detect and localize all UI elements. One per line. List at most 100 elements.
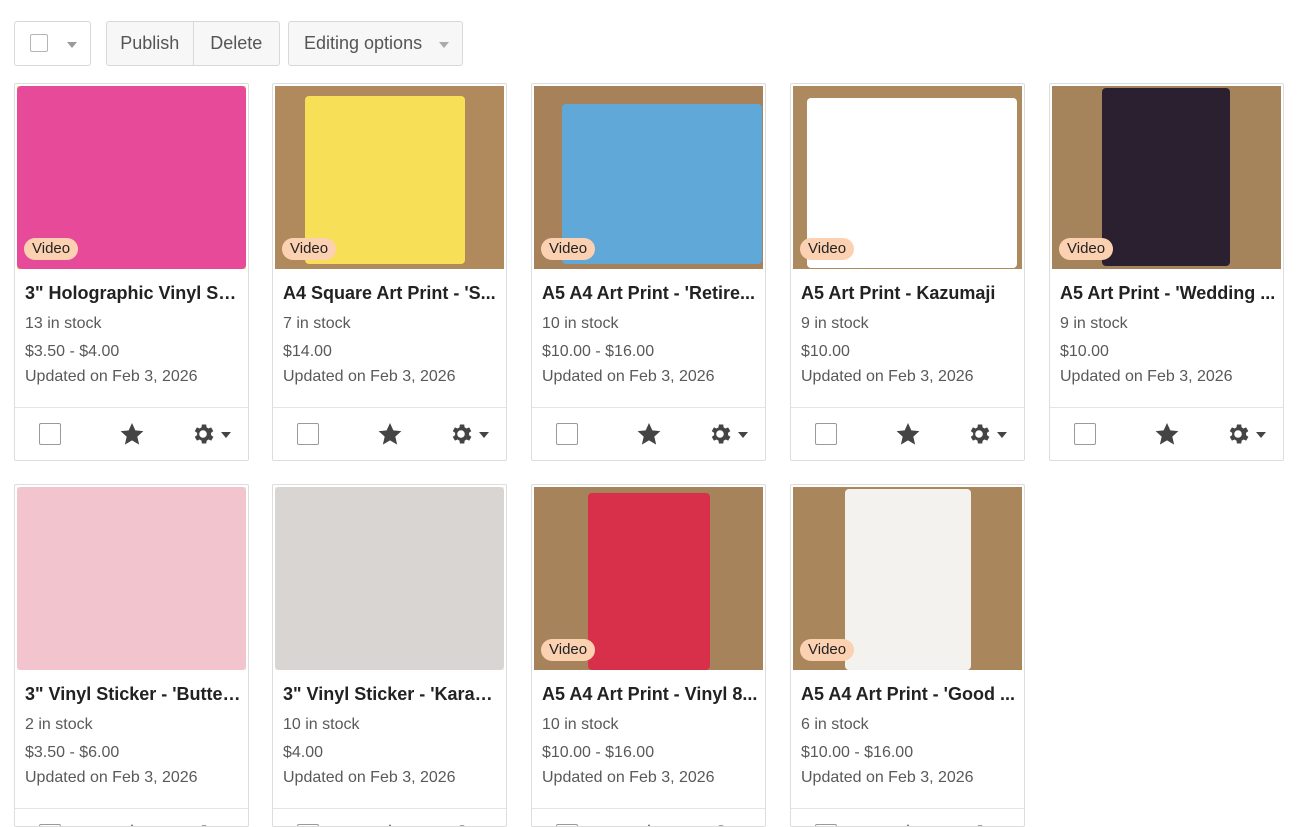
gear-icon[interactable] [448,421,474,447]
publish-delete-group: Publish Delete [106,21,280,66]
star-icon[interactable] [895,822,921,827]
listing-artwork [588,493,710,670]
listing-price: $4.00 [283,744,324,761]
listing-actions [15,808,248,827]
listing-artwork [275,487,504,670]
listing-thumbnail[interactable] [275,487,504,670]
listing-title[interactable]: A5 A4 Art Print - Vinyl 8... [542,684,758,705]
star-icon[interactable] [119,421,145,447]
listing-price: $3.50 - $6.00 [25,744,120,761]
listing-title[interactable]: A5 A4 Art Print - 'Good ... [801,684,1017,705]
listing-select-checkbox[interactable] [1074,423,1096,445]
listing-title[interactable]: A4 Square Art Print - 'S... [283,283,499,304]
listing-title[interactable]: A5 A4 Art Print - 'Retire... [542,283,758,304]
listing-price: $10.00 [1060,343,1109,360]
listing-artwork [1102,88,1230,266]
listing-price: $10.00 - $16.00 [801,744,914,761]
listing-price: $10.00 [801,343,850,360]
listing-stock: 7 in stock [283,315,351,332]
listing-title[interactable]: A5 Art Print - Kazumaji [801,283,1017,304]
listing-price: $3.50 - $4.00 [25,343,120,360]
listing-select-checkbox[interactable] [297,423,319,445]
star-icon[interactable] [895,421,921,447]
video-badge: Video [1059,238,1114,260]
listing-price: $14.00 [283,343,332,360]
gear-icon[interactable] [707,822,733,827]
delete-button[interactable]: Delete [192,22,280,65]
star-icon[interactable] [636,822,662,827]
select-all-checkbox[interactable] [30,34,48,52]
listing-stock: 9 in stock [801,315,869,332]
listing-price: $10.00 - $16.00 [542,343,655,360]
video-badge: Video [800,639,855,661]
select-all-dropdown[interactable] [14,21,91,66]
listing-card[interactable]: 3" Vinyl Sticker - 'Karao... 10 in stock… [272,484,507,827]
editing-options-button[interactable]: Editing options [288,21,463,66]
chevron-down-icon[interactable] [221,432,231,438]
listing-title[interactable]: 3" Vinyl Sticker - 'Butter... [25,684,241,705]
chevron-down-icon[interactable] [1256,432,1266,438]
chevron-down-icon[interactable] [997,432,1007,438]
gear-icon[interactable] [966,822,992,827]
listing-stock: 9 in stock [1060,315,1128,332]
publish-button[interactable]: Publish [107,22,193,65]
listing-artwork [845,489,971,670]
listing-select-checkbox[interactable] [556,423,578,445]
gear-icon[interactable] [190,421,216,447]
listing-artwork [17,487,246,670]
listing-select-checkbox[interactable] [815,423,837,445]
listing-updated-date: Updated on Feb 3, 2026 [25,769,198,786]
gear-icon[interactable] [707,421,733,447]
chevron-down-icon [439,42,449,48]
video-badge: Video [541,238,596,260]
listing-card[interactable]: Video A5 Art Print - 'Wedding ... 9 in s… [1049,83,1284,461]
listing-card[interactable]: 3" Vinyl Sticker - 'Butter... 2 in stock… [14,484,249,827]
gear-icon[interactable] [190,822,216,827]
listing-updated-date: Updated on Feb 3, 2026 [542,769,715,786]
listing-stock: 6 in stock [801,716,869,733]
listing-actions [15,407,248,460]
listing-card[interactable]: Video A5 Art Print - Kazumaji 9 in stock… [790,83,1025,461]
listing-actions [791,808,1024,827]
listing-actions [1050,407,1283,460]
listing-card[interactable]: Video 3" Holographic Vinyl Sti... 13 in … [14,83,249,461]
listing-updated-date: Updated on Feb 3, 2026 [801,368,974,385]
listing-stock: 10 in stock [542,315,619,332]
listing-actions [791,407,1024,460]
video-badge: Video [282,238,337,260]
listing-updated-date: Updated on Feb 3, 2026 [283,769,456,786]
star-icon[interactable] [377,822,403,827]
listing-price: $10.00 - $16.00 [542,744,655,761]
video-badge: Video [800,238,855,260]
listing-actions [532,808,765,827]
listing-updated-date: Updated on Feb 3, 2026 [801,769,974,786]
video-badge: Video [24,238,79,260]
listing-card[interactable]: Video A4 Square Art Print - 'S... 7 in s… [272,83,507,461]
listing-card[interactable]: Video A5 A4 Art Print - Vinyl 8... 10 in… [531,484,766,827]
gear-icon[interactable] [448,822,474,827]
star-icon[interactable] [119,822,145,827]
gear-icon[interactable] [966,421,992,447]
listing-title[interactable]: A5 Art Print - 'Wedding ... [1060,283,1276,304]
star-icon[interactable] [1154,421,1180,447]
star-icon[interactable] [377,421,403,447]
editing-options-label: Editing options [304,33,423,53]
listing-title[interactable]: 3" Vinyl Sticker - 'Karao... [283,684,499,705]
listing-title[interactable]: 3" Holographic Vinyl Sti... [25,283,241,304]
listing-card[interactable]: Video A5 A4 Art Print - 'Retire... 10 in… [531,83,766,461]
listing-updated-date: Updated on Feb 3, 2026 [542,368,715,385]
listing-stock: 13 in stock [25,315,102,332]
chevron-down-icon[interactable] [67,42,77,48]
listing-actions [273,808,506,827]
star-icon[interactable] [636,421,662,447]
listing-artwork [562,104,762,264]
gear-icon[interactable] [1225,421,1251,447]
listing-updated-date: Updated on Feb 3, 2026 [283,368,456,385]
chevron-down-icon[interactable] [738,432,748,438]
listing-select-checkbox[interactable] [39,423,61,445]
listing-stock: 2 in stock [25,716,93,733]
listing-thumbnail[interactable] [17,487,246,670]
chevron-down-icon[interactable] [479,432,489,438]
listing-actions [273,407,506,460]
listing-card[interactable]: Video A5 A4 Art Print - 'Good ... 6 in s… [790,484,1025,827]
